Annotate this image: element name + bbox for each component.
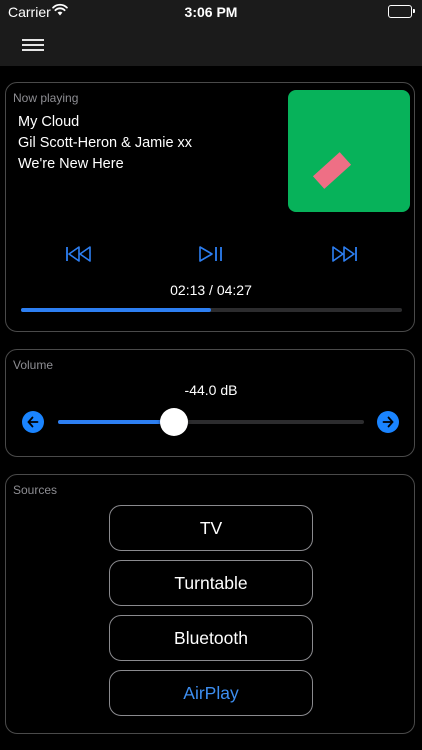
volume-title: Volume [13, 358, 54, 372]
navigation-bar [0, 22, 422, 66]
next-button[interactable] [327, 239, 361, 269]
source-button-airplay[interactable]: AirPlay [109, 670, 313, 716]
hamburger-menu-icon[interactable] [22, 37, 46, 51]
arrow-left-icon [27, 416, 39, 428]
volume-fill [58, 420, 175, 424]
volume-down-button[interactable] [22, 411, 44, 433]
skip-forward-icon [332, 246, 357, 262]
volume-slider[interactable] [58, 408, 364, 436]
arrow-right-icon [382, 416, 394, 428]
play-pause-icon [199, 246, 222, 262]
previous-button[interactable] [62, 239, 96, 269]
sources-card: Sources TV Turntable Bluetooth AirPlay [5, 474, 415, 734]
track-album: We're New Here [18, 156, 124, 172]
now-playing-card: Now playing My Cloud Gil Scott-Heron & J… [5, 82, 415, 332]
source-button-turntable[interactable]: Turntable [109, 560, 313, 606]
volume-card: Volume -44.0 dB [5, 349, 415, 457]
skip-back-icon [66, 246, 91, 262]
source-button-tv[interactable]: TV [109, 505, 313, 551]
volume-up-button[interactable] [377, 411, 399, 433]
album-art [288, 90, 410, 212]
status-bar: Carrier 3:06 PM [0, 0, 422, 22]
track-artist: Gil Scott-Heron & Jamie xx [18, 135, 193, 151]
progress-fill [21, 308, 211, 312]
progress-bar[interactable] [21, 308, 402, 312]
sources-title: Sources [13, 483, 58, 497]
volume-level: -44.0 dB [184, 382, 238, 398]
volume-knob[interactable] [160, 408, 189, 436]
battery-icon [388, 5, 415, 18]
clock: 3:06 PM [184, 4, 238, 20]
source-button-bluetooth[interactable]: Bluetooth [109, 615, 313, 661]
play-pause-button[interactable] [194, 239, 228, 269]
now-playing-title: Now playing [13, 91, 79, 105]
track-title: My Cloud [18, 114, 80, 130]
playback-time: 02:13 / 04:27 [170, 282, 252, 298]
album-art-mark [312, 152, 352, 189]
